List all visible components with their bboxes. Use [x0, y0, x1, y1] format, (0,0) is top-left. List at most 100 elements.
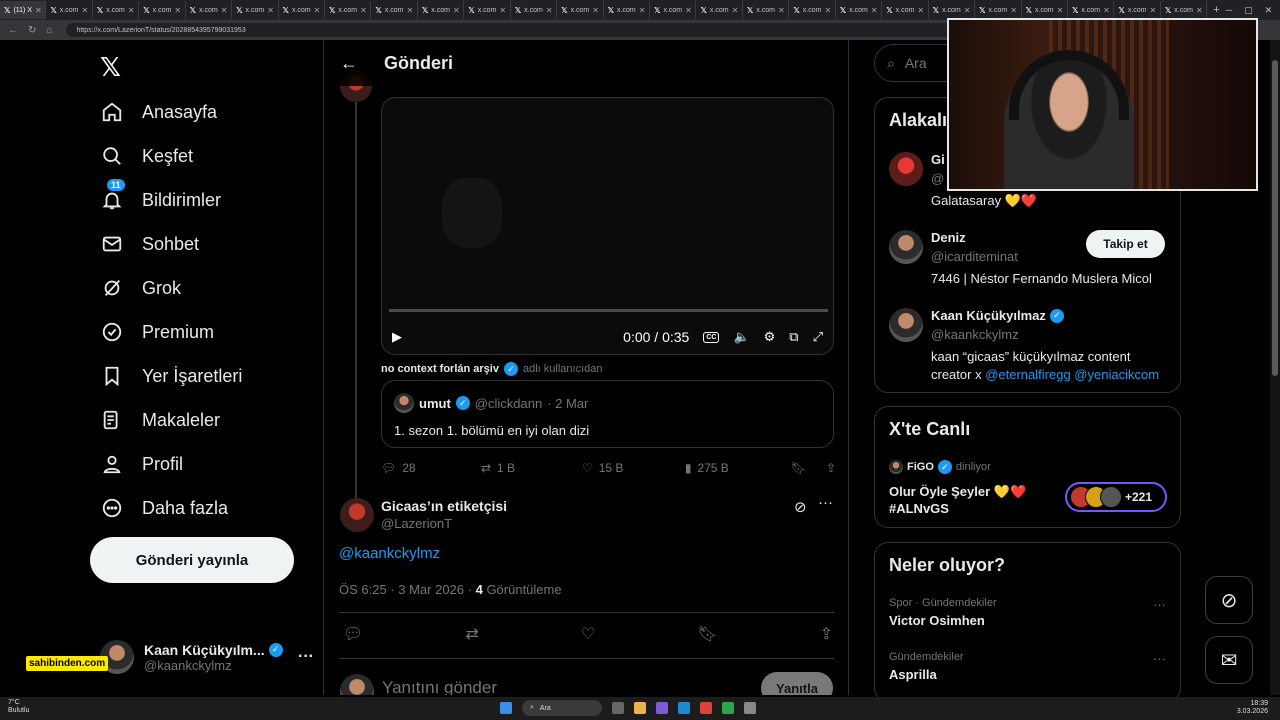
more-icon[interactable]: ···: [818, 494, 833, 511]
close-icon[interactable]: ✕: [592, 6, 599, 15]
browser-tab[interactable]: 𝕏x.com ✕: [46, 1, 93, 19]
close-icon[interactable]: ✕: [1150, 6, 1157, 15]
share-icon[interactable]: ⇪: [826, 461, 836, 475]
browser-tab[interactable]: 𝕏x.com ✕: [650, 1, 697, 19]
post-text-mention[interactable]: @kaankckylmz: [339, 545, 440, 562]
browser-tab[interactable]: 𝕏x.com ✕: [464, 1, 511, 19]
clock[interactable]: 18:39 3.03.2026: [1237, 700, 1268, 716]
account-switcher[interactable]: Kaan Küçükyılm... ✓ @kaankckylmz ···: [100, 637, 314, 677]
close-icon[interactable]: ✕: [267, 6, 274, 15]
file-explorer-icon[interactable]: [634, 702, 646, 714]
video-attribution[interactable]: no context forlán arşiv ✓ adlı kullanıcı…: [381, 362, 602, 376]
share-icon[interactable]: ⇪: [820, 624, 833, 644]
reply-submit-button[interactable]: Yanıtla: [761, 672, 833, 695]
close-icon[interactable]: ✕: [81, 6, 88, 15]
more-icon[interactable]: ···: [298, 648, 314, 666]
weather-widget[interactable]: 7°C Bulutlu: [8, 699, 29, 715]
browser-tab[interactable]: 𝕏x.com ✕: [557, 1, 604, 19]
back-arrow-icon[interactable]: ←: [340, 53, 358, 74]
browser-tab[interactable]: 𝕏x.com ✕: [1114, 1, 1161, 19]
discord-icon[interactable]: [656, 702, 668, 714]
messages-fab-button[interactable]: ✉: [1205, 636, 1253, 684]
captions-icon[interactable]: CC: [703, 331, 720, 343]
bio-link[interactable]: @yeniacikcom: [1074, 367, 1159, 382]
trend-item[interactable]: Spor · Gündemdekiler Victor Osimhen ···: [889, 597, 1174, 628]
close-icon[interactable]: ✕: [314, 6, 321, 15]
close-icon[interactable]: ✕: [1057, 6, 1064, 15]
reload-icon[interactable]: ↻: [28, 25, 36, 36]
close-icon[interactable]: ✕: [546, 6, 553, 15]
browser-tab[interactable]: 𝕏x.com ✕: [418, 1, 465, 19]
minimize-icon[interactable]: ─: [1226, 5, 1232, 16]
video-player[interactable]: ▶ 0:00 / 0:35 CC 🔈 ⚙ ⧉ ⤢: [381, 97, 834, 355]
grok-icon[interactable]: ⊘: [794, 498, 807, 516]
bio-link[interactable]: @eternalfiregg: [985, 367, 1070, 382]
browser-tab[interactable]: 𝕏x.com ✕: [139, 1, 186, 19]
reply-button[interactable]: 💬︎ 28: [381, 461, 481, 475]
browser-tab[interactable]: 𝕏x.com ✕: [186, 1, 233, 19]
new-tab-icon[interactable]: +: [1207, 4, 1225, 16]
browser-tab[interactable]: 𝕏x.com ✕: [604, 1, 650, 19]
browser-tab-active[interactable]: 𝕏 (11) X ✕: [0, 1, 47, 19]
quoted-post[interactable]: umut ✓ @clickdann · 2 Mar 1. sezon 1. bö…: [381, 380, 834, 448]
nav-item-notifications[interactable]: 11 Bildirimler: [100, 179, 221, 218]
close-icon[interactable]: ✕: [128, 6, 135, 15]
views-button[interactable]: ▮ 275 B: [685, 461, 791, 475]
repost-button[interactable]: ⇄ 1 B: [481, 461, 582, 475]
nav-item-bookmarks[interactable]: Yer İşaretleri: [100, 358, 242, 394]
browser-tab[interactable]: 𝕏x.com ✕: [1161, 1, 1208, 19]
nav-item-more[interactable]: Daha fazla: [100, 490, 228, 526]
author-handle[interactable]: @LazerionT: [381, 516, 452, 531]
scrollbar[interactable]: [1270, 40, 1280, 695]
browser-tab[interactable]: 𝕏x.com ✕: [882, 1, 929, 19]
close-icon[interactable]: ✕: [917, 6, 924, 15]
fullscreen-icon[interactable]: ⤢: [813, 329, 823, 345]
nav-item-home[interactable]: Anasayfa: [100, 94, 217, 130]
close-window-icon[interactable]: ✕: [1265, 5, 1273, 16]
close-icon[interactable]: ✕: [1103, 6, 1110, 15]
browser-tab[interactable]: 𝕏x.com ✕: [325, 1, 372, 19]
browser-tab[interactable]: 𝕏x.com ✕: [511, 1, 558, 19]
settings-gear-icon[interactable]: ⚙: [764, 329, 776, 345]
browser-tab[interactable]: 𝕏x.com ✕: [696, 1, 743, 19]
app-icon[interactable]: [700, 702, 712, 714]
volume-icon[interactable]: 🔈: [733, 329, 749, 345]
maximize-icon[interactable]: ▢: [1244, 5, 1253, 16]
close-icon[interactable]: ✕: [964, 6, 971, 15]
x-logo-icon[interactable]: 𝕏: [100, 52, 121, 83]
close-icon[interactable]: ✕: [174, 6, 181, 15]
close-icon[interactable]: ✕: [1196, 6, 1203, 15]
app-icon[interactable]: [744, 702, 756, 714]
close-icon[interactable]: ✕: [360, 6, 367, 15]
close-icon[interactable]: ✕: [871, 6, 878, 15]
browser-tab[interactable]: 𝕏x.com ✕: [279, 1, 325, 19]
close-icon[interactable]: ✕: [221, 6, 228, 15]
browser-tab[interactable]: 𝕏x.com ✕: [836, 1, 883, 19]
picture-in-picture-icon[interactable]: ⧉: [789, 329, 798, 345]
close-icon[interactable]: ✕: [824, 6, 831, 15]
bookmark-icon[interactable]: 🔖︎: [697, 624, 717, 644]
browser-tab[interactable]: 𝕏x.com ✕: [371, 1, 418, 19]
nav-item-profile[interactable]: Profil: [100, 446, 183, 482]
nav-item-messages[interactable]: Sohbet: [100, 226, 199, 262]
repost-icon[interactable]: ⇄: [465, 624, 478, 644]
browser-tab[interactable]: 𝕏x.com ✕: [1022, 1, 1068, 19]
reply-icon[interactable]: 💬︎: [343, 624, 363, 644]
space-listeners-pill[interactable]: +221: [1065, 482, 1167, 512]
bookmark-icon[interactable]: 🔖︎: [791, 461, 806, 475]
browser-tab[interactable]: 𝕏x.com ✕: [743, 1, 790, 19]
browser-tab[interactable]: 𝕏x.com ✕: [975, 1, 1022, 19]
browser-tab[interactable]: 𝕏x.com ✕: [929, 1, 976, 19]
grok-fab-button[interactable]: ⊘: [1205, 576, 1253, 624]
close-icon[interactable]: ✕: [639, 6, 646, 15]
home-browser-icon[interactable]: ⌂: [46, 25, 52, 36]
browser-tab[interactable]: 𝕏x.com ✕: [232, 1, 279, 19]
more-icon[interactable]: ···: [1153, 597, 1166, 612]
close-icon[interactable]: ✕: [1010, 6, 1017, 15]
browser-tab[interactable]: 𝕏x.com ✕: [93, 1, 140, 19]
close-icon[interactable]: ✕: [453, 6, 460, 15]
play-icon[interactable]: ▶: [392, 329, 402, 345]
close-icon[interactable]: ✕: [732, 6, 739, 15]
nav-item-premium[interactable]: Premium: [100, 314, 214, 350]
taskbar-search[interactable]: ⌕ Ara: [522, 700, 602, 716]
